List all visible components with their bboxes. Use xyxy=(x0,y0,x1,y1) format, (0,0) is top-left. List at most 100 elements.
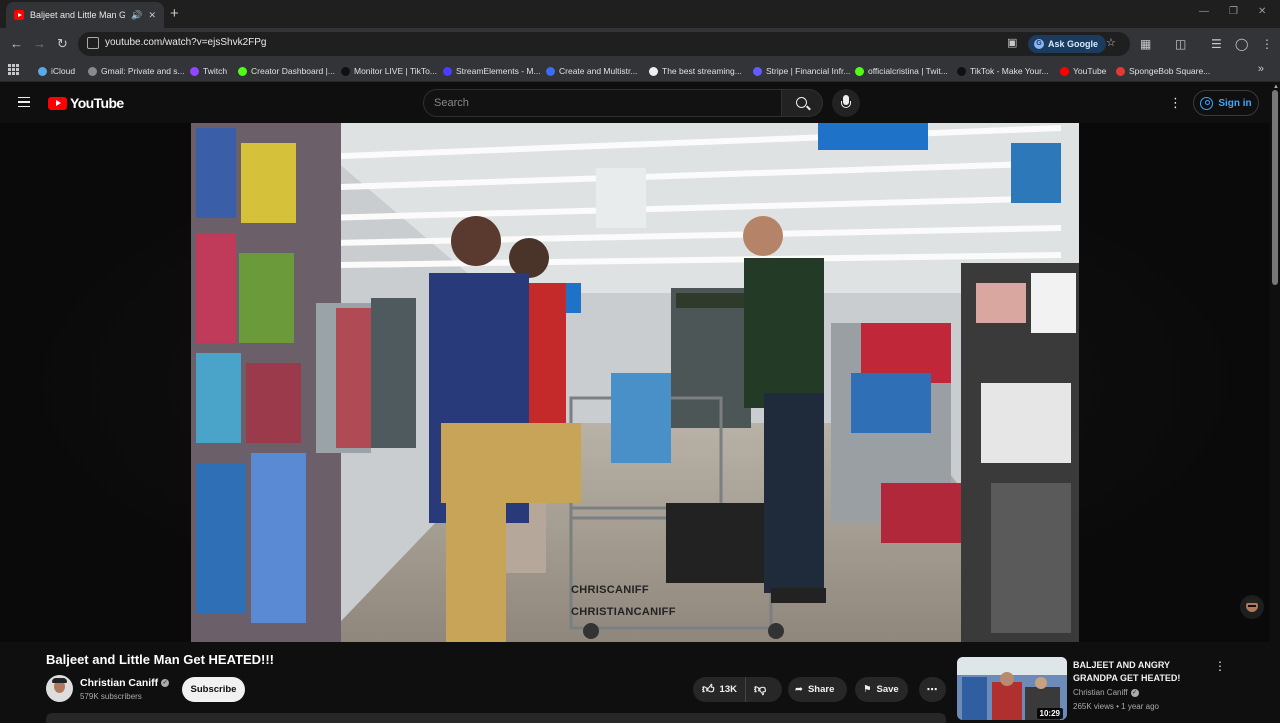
profile-icon[interactable]: ◯ xyxy=(1235,36,1248,52)
bookmark-favicon-icon xyxy=(957,66,966,76)
search-button[interactable] xyxy=(782,89,823,117)
bookmark-star-icon[interactable]: ☆ xyxy=(1106,36,1116,49)
settings-menu-icon[interactable]: ⋮ xyxy=(1169,96,1182,109)
video-duration: 10:29 xyxy=(1036,708,1063,719)
bookmark-item[interactable]: SpongeBob Square... xyxy=(1116,63,1210,79)
reload-icon[interactable]: ↻ xyxy=(57,36,68,52)
bookmark-item[interactable]: Twitch xyxy=(190,63,227,79)
avatar-image xyxy=(1240,595,1264,619)
bookmark-label: YouTube xyxy=(1073,66,1107,76)
recommended-title[interactable]: BALJEET AND ANGRY GRANDPA GET HEATED! xyxy=(1073,659,1208,685)
more-actions-button[interactable]: ⋯ xyxy=(919,677,946,702)
voice-search-button[interactable] xyxy=(832,89,860,117)
forward-icon[interactable]: → xyxy=(33,36,46,52)
ask-google-label: Ask Google xyxy=(1048,39,1099,49)
search-icon xyxy=(796,97,807,108)
menu-icon[interactable] xyxy=(18,97,30,107)
youtube-logo[interactable]: YouTube xyxy=(48,95,124,111)
bookmark-item[interactable]: YouTube xyxy=(1060,63,1106,79)
bookmark-favicon-icon xyxy=(38,66,47,76)
sign-in-button[interactable]: Sign in xyxy=(1193,90,1259,116)
maximize-icon[interactable]: ❐ xyxy=(1229,6,1238,17)
subscriber-count: 579K subscribers xyxy=(80,692,142,701)
bookmark-item[interactable]: Gmail: Private and s... xyxy=(88,63,185,79)
youtube-header: YouTube ⋮ Sign in xyxy=(0,83,1280,123)
close-tab-icon[interactable]: ✕ xyxy=(148,10,156,21)
bookmark-favicon-icon xyxy=(649,66,658,76)
microphone-stand xyxy=(841,101,851,108)
bookmark-favicon-icon xyxy=(238,66,247,76)
bookmark-favicon-icon xyxy=(855,66,864,76)
extensions-icon[interactable]: ▦ xyxy=(1140,36,1151,52)
video-player[interactable]: CHRISCANIFF CHRISTIANCANIFF xyxy=(191,123,1079,642)
save-button[interactable]: ⚑ Save xyxy=(855,677,908,702)
bookmark-favicon-icon xyxy=(753,66,762,76)
bookmark-label: Twitch xyxy=(203,66,228,76)
youtube-favicon-icon xyxy=(14,10,24,20)
install-app-icon[interactable]: ▣ xyxy=(1007,36,1017,49)
more-dots-icon: ⋯ xyxy=(926,684,939,696)
youtube-logo-text: YouTube xyxy=(70,95,124,111)
speaker-icon[interactable]: 🔊 xyxy=(131,10,142,21)
new-tab-button[interactable]: + xyxy=(170,5,179,23)
floating-avatar[interactable] xyxy=(1240,595,1264,619)
bookmark-item[interactable]: Monitor LIVE | TikTo... xyxy=(341,63,437,79)
share-button[interactable]: ➦ Share xyxy=(788,677,847,702)
recommended-thumbnail[interactable]: 10:29 xyxy=(957,657,1067,720)
more-bookmarks-icon[interactable]: » xyxy=(1258,63,1264,75)
address-bar[interactable]: youtube.com/watch?v=ejsShvk2FPg ▣ G Ask … xyxy=(78,32,1130,56)
bookmark-favicon-icon xyxy=(341,66,350,76)
bookmark-favicon-icon xyxy=(88,66,97,76)
bookmark-item[interactable]: Creator Dashboard |... xyxy=(238,63,335,79)
save-label: Save xyxy=(876,684,899,695)
bookmark-label: Monitor LIVE | TikTo... xyxy=(354,66,437,76)
google-lens-icon: G xyxy=(1034,39,1044,49)
bookmark-item[interactable]: iCloud xyxy=(38,63,75,79)
verified-check-icon: ✓ xyxy=(161,679,170,687)
verified-check-icon: ✓ xyxy=(1130,688,1139,697)
bookmark-item[interactable]: officialcristina | Twit... xyxy=(855,63,948,79)
sidepanel-icon[interactable]: ◫ xyxy=(1175,36,1186,52)
bookmark-label: Gmail: Private and s... xyxy=(101,66,185,76)
browser-tab[interactable]: Baljeet and Little Man Get HEATED!!! 🔊 ✕ xyxy=(6,2,164,28)
url-text[interactable]: youtube.com/watch?v=ejsShvk2FPg xyxy=(105,37,266,48)
bookmark-item[interactable]: Create and Multistr... xyxy=(546,63,637,79)
search-input[interactable] xyxy=(424,90,781,116)
window-close-icon[interactable]: ✕ xyxy=(1258,6,1266,17)
subscribe-button[interactable]: Subscribe xyxy=(182,677,245,702)
recommended-channel[interactable]: Christian Caniff ✓ xyxy=(1073,688,1139,697)
search-box[interactable] xyxy=(423,89,782,117)
bookmark-favicon-icon xyxy=(190,66,199,76)
video-frame xyxy=(191,123,1079,642)
recommended-menu-icon[interactable]: ⋮ xyxy=(1214,659,1226,673)
bookmark-label: iCloud xyxy=(51,66,76,76)
bookmark-label: SpongeBob Square... xyxy=(1129,66,1211,76)
bookmark-item[interactable]: StreamElements - M... xyxy=(443,63,541,79)
page-scrollbar[interactable] xyxy=(1272,90,1278,285)
browser-menu-icon[interactable]: ⋮ xyxy=(1261,36,1273,52)
minimize-icon[interactable]: — xyxy=(1199,6,1209,17)
description-box[interactable] xyxy=(46,713,946,723)
recommended-meta: 265K views • 1 year ago xyxy=(1073,702,1159,711)
ask-google-button[interactable]: G Ask Google xyxy=(1028,35,1107,53)
bookmark-item[interactable]: Stripe | Financial Infr... xyxy=(753,63,850,79)
media-control-icon[interactable]: ☰ xyxy=(1211,36,1222,52)
site-info-icon[interactable] xyxy=(87,37,99,49)
apps-grid-icon[interactable] xyxy=(8,64,19,75)
youtube-play-icon xyxy=(48,96,67,110)
bookmark-label: Stripe | Financial Infr... xyxy=(766,66,851,76)
like-count: 13K xyxy=(719,684,737,695)
channel-name-text: Christian Caniff xyxy=(80,677,159,689)
bookmark-item[interactable]: TikTok - Make Your... xyxy=(957,63,1049,79)
tab-title: Baljeet and Little Man Get HEATED!!! xyxy=(30,10,126,20)
like-button[interactable]: 👍︎ 13K xyxy=(693,677,746,702)
bookmark-label: officialcristina | Twit... xyxy=(868,66,948,76)
channel-name[interactable]: Christian Caniff ✓ xyxy=(80,677,170,689)
bookmark-label: StreamElements - M... xyxy=(456,66,541,76)
share-arrow-icon: ➦ xyxy=(795,684,803,695)
bookmark-item[interactable]: The best streaming... xyxy=(649,63,742,79)
video-watermark-handle: CHRISCANIFF xyxy=(571,584,649,596)
back-icon[interactable]: ← xyxy=(10,36,23,52)
channel-avatar[interactable] xyxy=(46,675,73,702)
dislike-button[interactable]: 👎︎ xyxy=(746,677,766,702)
